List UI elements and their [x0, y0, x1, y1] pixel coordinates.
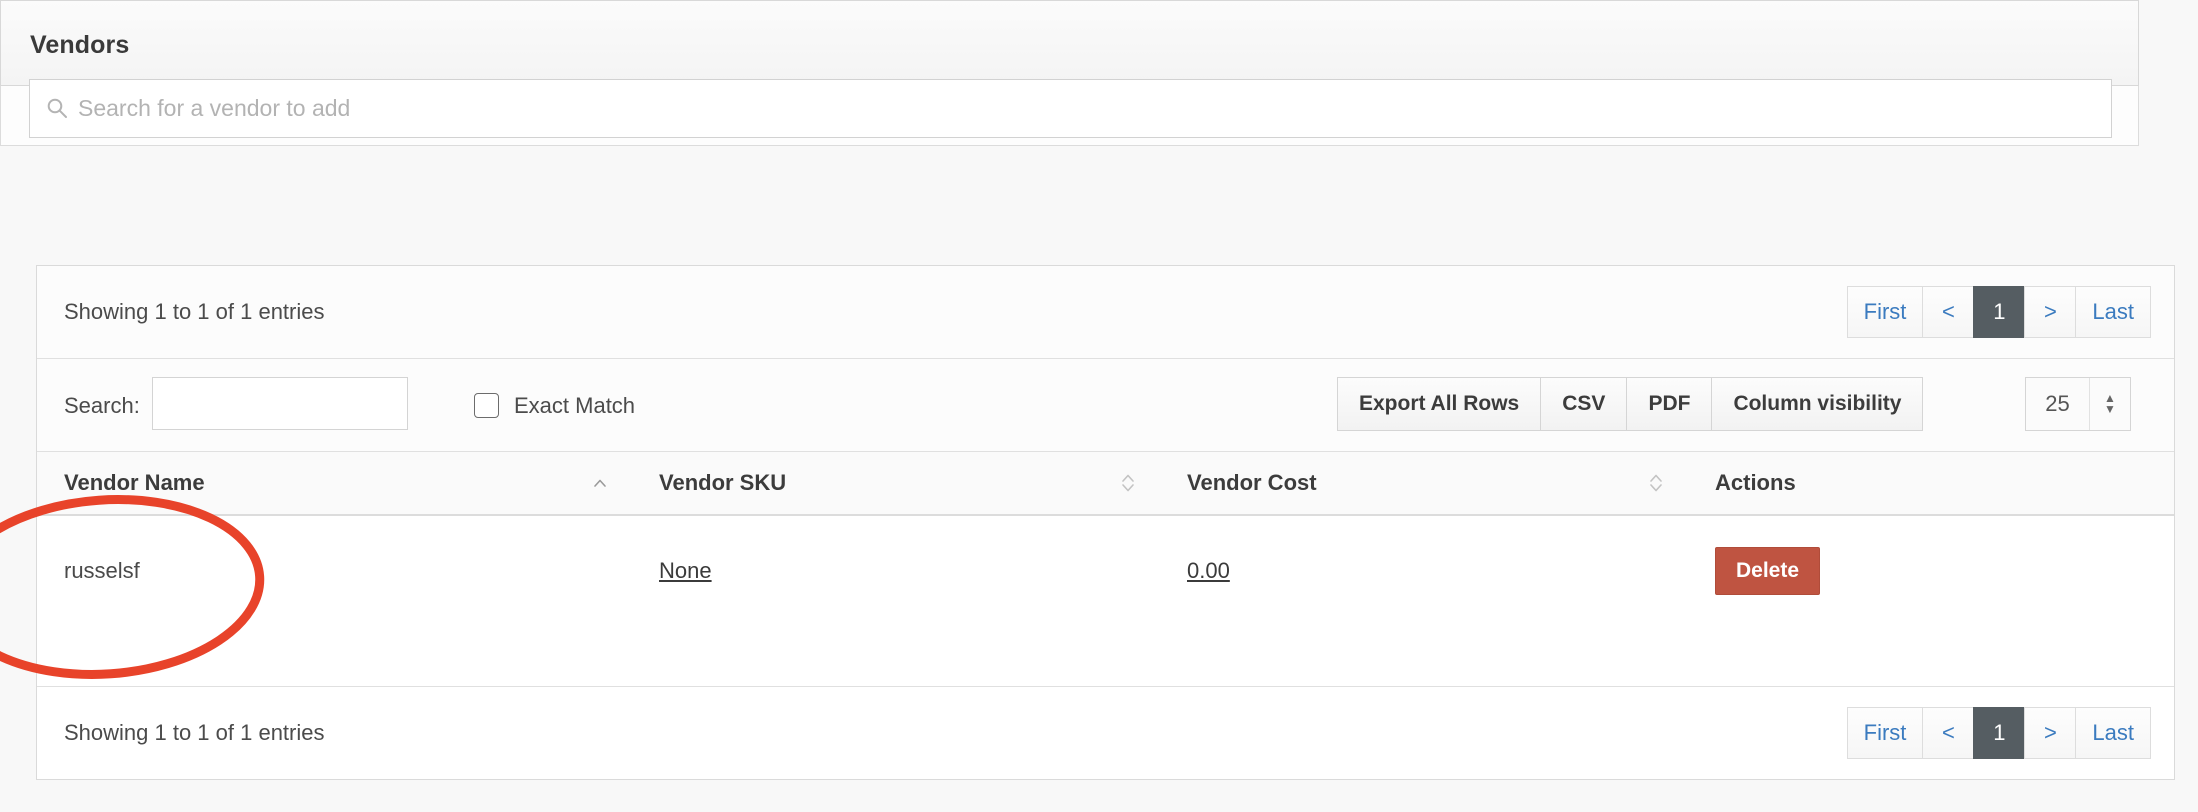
sort-both-icon[interactable]	[1120, 472, 1136, 494]
export-pdf-button[interactable]: PDF	[1626, 377, 1713, 431]
table-toolbar: Search: Exact Match Export All Rows CSV …	[37, 359, 2174, 452]
sort-both-icon[interactable]	[1648, 472, 1664, 494]
column-header-vendor-cost[interactable]: Vendor Cost	[1160, 452, 1688, 514]
entries-info-top: Showing 1 to 1 of 1 entries	[64, 299, 325, 324]
vendor-sku-value[interactable]: None	[659, 558, 712, 584]
cell-actions: Delete	[1688, 516, 2174, 626]
cell-vendor-cost: 0.00	[1160, 516, 1688, 626]
vendor-name-value: russelsf	[64, 558, 140, 583]
vendor-cost-value[interactable]: 0.00	[1187, 558, 1230, 584]
exact-match-checkbox[interactable]	[474, 393, 499, 418]
search-icon	[46, 97, 68, 119]
page-root: Vendors Showing 1 to 1 of 1 entries Firs…	[0, 0, 2198, 812]
vendor-search-input[interactable]	[78, 80, 2098, 137]
column-visibility-button[interactable]: Column visibility	[1711, 377, 1924, 431]
column-header-vendor-sku[interactable]: Vendor SKU	[632, 452, 1160, 514]
pagination-prev-bottom[interactable]: <	[1922, 707, 1975, 759]
table-search-label: Search:	[64, 393, 140, 418]
table-header-row: Vendor Name Vendor SKU Vendor Cost Actio…	[37, 452, 2174, 516]
column-label: Vendor Name	[64, 470, 205, 495]
cell-vendor-name: russelsf	[37, 516, 632, 626]
pagination-top[interactable]: First < 1 > Last	[1846, 286, 2151, 338]
pagination-page-1-top[interactable]: 1	[1973, 286, 2026, 338]
vendors-table: Vendor Name Vendor SKU Vendor Cost Actio…	[37, 452, 2174, 626]
page-size-stepper[interactable]: 25 ▲ ▼	[2025, 377, 2131, 431]
cell-vendor-sku: None	[632, 516, 1160, 626]
table-info-bar-bottom: Showing 1 to 1 of 1 entries First < 1 > …	[37, 686, 2174, 779]
chevron-down-icon[interactable]: ▼	[2104, 403, 2116, 415]
vendors-panel-header: Vendors	[0, 0, 2139, 86]
table-info-bar-top: Showing 1 to 1 of 1 entries First < 1 > …	[37, 266, 2174, 359]
page-size-value[interactable]: 25	[2026, 378, 2090, 430]
export-all-rows-button[interactable]: Export All Rows	[1337, 377, 1542, 431]
pagination-bottom[interactable]: First < 1 > Last	[1846, 707, 2151, 759]
vendor-search-field[interactable]	[29, 79, 2112, 138]
entries-info-bottom: Showing 1 to 1 of 1 entries	[64, 720, 325, 745]
pagination-prev-top[interactable]: <	[1922, 286, 1975, 338]
vendors-panel: Vendors	[0, 0, 2139, 146]
page-title: Vendors	[30, 31, 130, 59]
column-header-actions: Actions	[1688, 452, 2174, 514]
export-csv-button[interactable]: CSV	[1540, 377, 1628, 431]
pagination-page-1-bottom[interactable]: 1	[1973, 707, 2026, 759]
table-search-input[interactable]	[152, 377, 408, 430]
export-button-group: Export All Rows CSV PDF Column visibilit…	[1337, 377, 1924, 431]
exact-match-label[interactable]: Exact Match	[514, 393, 635, 419]
pagination-first-top[interactable]: First	[1846, 286, 1924, 338]
column-label: Vendor Cost	[1187, 470, 1317, 495]
vendors-table-panel: Showing 1 to 1 of 1 entries First < 1 > …	[36, 265, 2175, 780]
column-label: Vendor SKU	[659, 470, 787, 495]
pagination-next-top[interactable]: >	[2024, 286, 2077, 338]
pagination-next-bottom[interactable]: >	[2024, 707, 2077, 759]
table-row: russelsf None 0.00 Delete	[37, 516, 2174, 626]
column-header-vendor-name[interactable]: Vendor Name	[37, 452, 632, 514]
sort-ascending-icon[interactable]	[592, 478, 608, 488]
pagination-first-bottom[interactable]: First	[1846, 707, 1924, 759]
page-size-spinner[interactable]: ▲ ▼	[2090, 378, 2130, 430]
pagination-last-top[interactable]: Last	[2075, 286, 2151, 338]
vendors-panel-body	[0, 79, 2139, 146]
pagination-last-bottom[interactable]: Last	[2075, 707, 2151, 759]
delete-button[interactable]: Delete	[1715, 547, 1821, 595]
column-label: Actions	[1715, 470, 1796, 495]
